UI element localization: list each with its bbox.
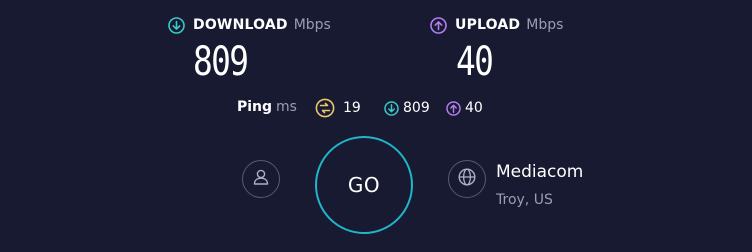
ping-label: Ping (237, 99, 273, 115)
isp-name[interactable]: Mediacom (496, 162, 583, 182)
server-location[interactable]: Troy, US (496, 192, 553, 208)
download-arrow-icon (168, 16, 185, 34)
upload-arrow-icon (430, 16, 447, 34)
ping-unit: ms (276, 99, 297, 115)
ping-idle-icon (315, 98, 335, 118)
user-button[interactable] (242, 160, 280, 198)
ping-download-icon (384, 100, 399, 116)
ping-row: Ping ms 19 809 40 (0, 97, 752, 119)
download-unit: Mbps (293, 17, 331, 33)
ping-idle: 19 (315, 97, 361, 119)
user-icon (252, 168, 270, 190)
download-metric: DOWNLOAD Mbps 809 (168, 14, 368, 90)
go-button[interactable]: GO (315, 136, 413, 234)
upload-header: UPLOAD Mbps (430, 14, 563, 36)
ping-idle-value: 19 (343, 100, 361, 116)
download-label: DOWNLOAD (193, 17, 288, 33)
globe-icon (457, 167, 477, 191)
ping-download-value: 809 (403, 100, 430, 116)
upload-unit: Mbps (526, 17, 564, 33)
go-button-label: GO (347, 173, 381, 197)
change-server-button[interactable] (448, 160, 486, 198)
ping-upload-value: 40 (465, 100, 483, 116)
ping-download: 809 (384, 97, 430, 119)
download-speed-value: 809 (193, 39, 249, 85)
upload-label: UPLOAD (455, 17, 521, 33)
download-header: DOWNLOAD Mbps (168, 14, 331, 36)
upload-speed-value: 40 (456, 39, 494, 85)
ping-upload-icon (446, 100, 461, 116)
ping-upload: 40 (446, 97, 483, 119)
upload-metric: UPLOAD Mbps 40 (430, 14, 630, 90)
